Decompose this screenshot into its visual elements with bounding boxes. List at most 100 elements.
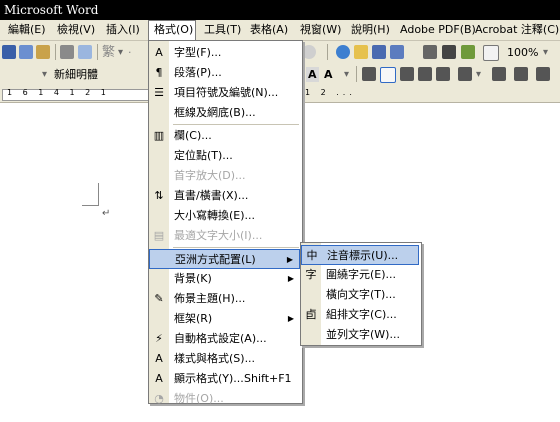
menu-edit[interactable]: 編輯(E) <box>8 20 46 40</box>
toolbar-separator <box>327 44 328 60</box>
paragraph-icon: ¶ <box>155 66 163 79</box>
submenu-item-horizontal-in-vertical[interactable]: 橫向文字(T)... <box>301 285 419 305</box>
menu-item-label: 亞洲方式配置(L) <box>175 253 256 266</box>
menu-format[interactable]: 格式(O) <box>148 20 196 40</box>
object-icon: ◔ <box>154 392 164 405</box>
drawing-icon[interactable] <box>442 45 456 59</box>
chevron-down-icon[interactable]: ▾ <box>344 69 349 80</box>
hyperlink-icon[interactable] <box>336 45 350 59</box>
character-shading-button[interactable]: A <box>306 67 319 82</box>
submenu-arrow-icon: ▶ <box>287 314 294 323</box>
submenu-item-label: 橫向文字(T)... <box>326 288 396 301</box>
menu-adobe-pdf[interactable]: Adobe PDF(B) <box>400 20 476 40</box>
align-left-icon[interactable] <box>362 67 376 81</box>
menu-acrobat-comments[interactable]: Acrobat 注釋(C) <box>475 20 559 40</box>
asian-layout-submenu: 中注音標示(U)... 字圍繞字元(E)... 橫向文字(T)... 卣組排文字(C)… <box>300 242 422 346</box>
chevron-down-icon[interactable]: ▾ <box>118 47 123 58</box>
autoformat-icon: ⚡ <box>155 332 163 345</box>
distributed-icon[interactable] <box>436 67 450 81</box>
chevron-down-icon[interactable]: ▾ <box>543 47 548 58</box>
submenu-item-label: 注音標示(U)... <box>327 249 399 262</box>
chevron-down-icon[interactable]: ▾ <box>476 69 481 80</box>
menu-item-styles-formatting[interactable]: A 樣式與格式(S)... <box>149 349 300 369</box>
menu-item-label: 背景(K) <box>174 272 212 285</box>
menu-item-borders-shading[interactable]: 框線及網底(B)... <box>149 103 300 123</box>
blank-icon <box>153 253 167 267</box>
chevron-down-icon[interactable]: ▾ <box>42 69 47 80</box>
document-map-icon[interactable] <box>461 45 475 59</box>
font-icon: A <box>155 46 163 59</box>
menu-item-fit-text[interactable]: ▤ 最適文字大小(I)... <box>149 226 300 246</box>
menu-item-background[interactable]: 背景(K) ▶ <box>149 269 300 289</box>
menu-item-label: 物件(O)... <box>174 392 224 405</box>
spelling-icon[interactable]: 繁 <box>102 41 115 64</box>
menu-help[interactable]: 說明(H) <box>351 20 390 40</box>
menu-item-text-direction[interactable]: ⇅ 直書/橫書(X)... <box>149 186 300 206</box>
submenu-arrow-icon: ▶ <box>287 274 294 283</box>
fit-text-icon: ▤ <box>153 229 165 242</box>
bullets-icon[interactable] <box>514 67 528 81</box>
columns-icon[interactable] <box>423 45 437 59</box>
menu-item-frames[interactable]: 框架(R) ▶ <box>149 309 300 329</box>
enclose-characters-icon: 字 <box>305 268 317 281</box>
permission-icon[interactable] <box>19 45 33 59</box>
submenu-item-combine-characters[interactable]: 卣組排文字(C)... <box>301 305 419 325</box>
font-color-icon[interactable]: A <box>324 63 333 86</box>
research-icon[interactable]: · <box>128 41 132 64</box>
menu-item-label: 框架(R) <box>174 312 213 325</box>
menu-tools[interactable]: 工具(T) <box>204 20 241 40</box>
line-spacing-icon[interactable] <box>458 67 472 81</box>
page-corner-marker <box>82 183 99 206</box>
menu-item-label: 大小寫轉換(E)... <box>174 209 256 222</box>
menu-item-theme[interactable]: ✎ 佈景主題(H)... <box>149 289 300 309</box>
menu-item-label: 最適文字大小(I)... <box>174 229 263 242</box>
menu-item-font[interactable]: A 字型(F)... <box>149 43 300 63</box>
menu-item-drop-cap[interactable]: 首字放大(D)... <box>149 166 300 186</box>
show-hide-icon[interactable] <box>483 45 499 61</box>
menu-item-reveal-formatting[interactable]: A 顯示格式(Y)... Shift+F1 <box>149 369 300 389</box>
zoom-box[interactable]: 100% <box>507 41 538 64</box>
menu-item-tabs[interactable]: 定位點(T)... <box>149 146 300 166</box>
submenu-item-enclose-characters[interactable]: 字圍繞字元(E)... <box>301 265 419 285</box>
combine-characters-icon: 卣 <box>305 308 317 321</box>
ruler-ticks: 1 6 1 4 1 2 1 <box>7 88 110 97</box>
numbering-icon[interactable] <box>492 67 506 81</box>
submenu-item-two-lines-in-one[interactable]: 並列文字(W)... <box>301 325 419 345</box>
insert-table-icon[interactable] <box>372 45 386 59</box>
toolbar-separator <box>356 66 357 82</box>
menu-item-change-case[interactable]: 大小寫轉換(E)... <box>149 206 300 226</box>
align-right-icon[interactable] <box>400 67 414 81</box>
menu-window[interactable]: 視窗(W) <box>300 20 341 40</box>
menu-item-asian-layout[interactable]: 亞洲方式配置(L) ▶ <box>149 249 300 269</box>
decrease-indent-icon[interactable] <box>536 67 550 81</box>
theme-icon: ✎ <box>154 292 164 305</box>
window-title: Microsoft Word <box>4 3 99 17</box>
font-name-box[interactable]: 新細明體 <box>54 63 98 86</box>
print-icon[interactable] <box>60 45 74 59</box>
submenu-item-phonetic-guide[interactable]: 中注音標示(U)... <box>301 245 419 265</box>
save-icon[interactable] <box>2 45 16 59</box>
insert-excel-icon[interactable] <box>390 45 404 59</box>
menu-item-columns[interactable]: ▥ 欄(C)... <box>149 126 300 146</box>
menu-insert[interactable]: 插入(I) <box>106 20 140 40</box>
menu-item-paragraph[interactable]: ¶ 段落(P)... <box>149 63 300 83</box>
reveal-format-icon: A <box>155 372 163 385</box>
menu-view[interactable]: 檢視(V) <box>57 20 95 40</box>
menu-item-label: 直書/橫書(X)... <box>174 189 249 202</box>
menu-table[interactable]: 表格(A) <box>250 20 288 40</box>
title-bar: Microsoft Word <box>0 0 560 20</box>
email-icon[interactable] <box>36 45 50 59</box>
menu-item-bullets-numbering[interactable]: ☰ 項目符號及編號(N)... <box>149 83 300 103</box>
menu-bar: 編輯(E) 檢視(V) 插入(I) 格式(O) 工具(T) 表格(A) 視窗(W… <box>0 20 560 41</box>
toolbar-separator <box>55 44 56 60</box>
styles-icon: A <box>155 352 163 365</box>
bullets-icon: ☰ <box>154 86 164 99</box>
tables-borders-icon[interactable] <box>354 45 368 59</box>
center-icon[interactable] <box>380 67 396 83</box>
print-preview-icon[interactable] <box>78 45 92 59</box>
undo-icon[interactable] <box>302 45 316 59</box>
menu-separator <box>173 247 299 248</box>
menu-item-object[interactable]: ◔ 物件(O)... <box>149 389 300 409</box>
menu-item-autoformat[interactable]: ⚡ 自動格式設定(A)... <box>149 329 300 349</box>
justify-icon[interactable] <box>418 67 432 81</box>
